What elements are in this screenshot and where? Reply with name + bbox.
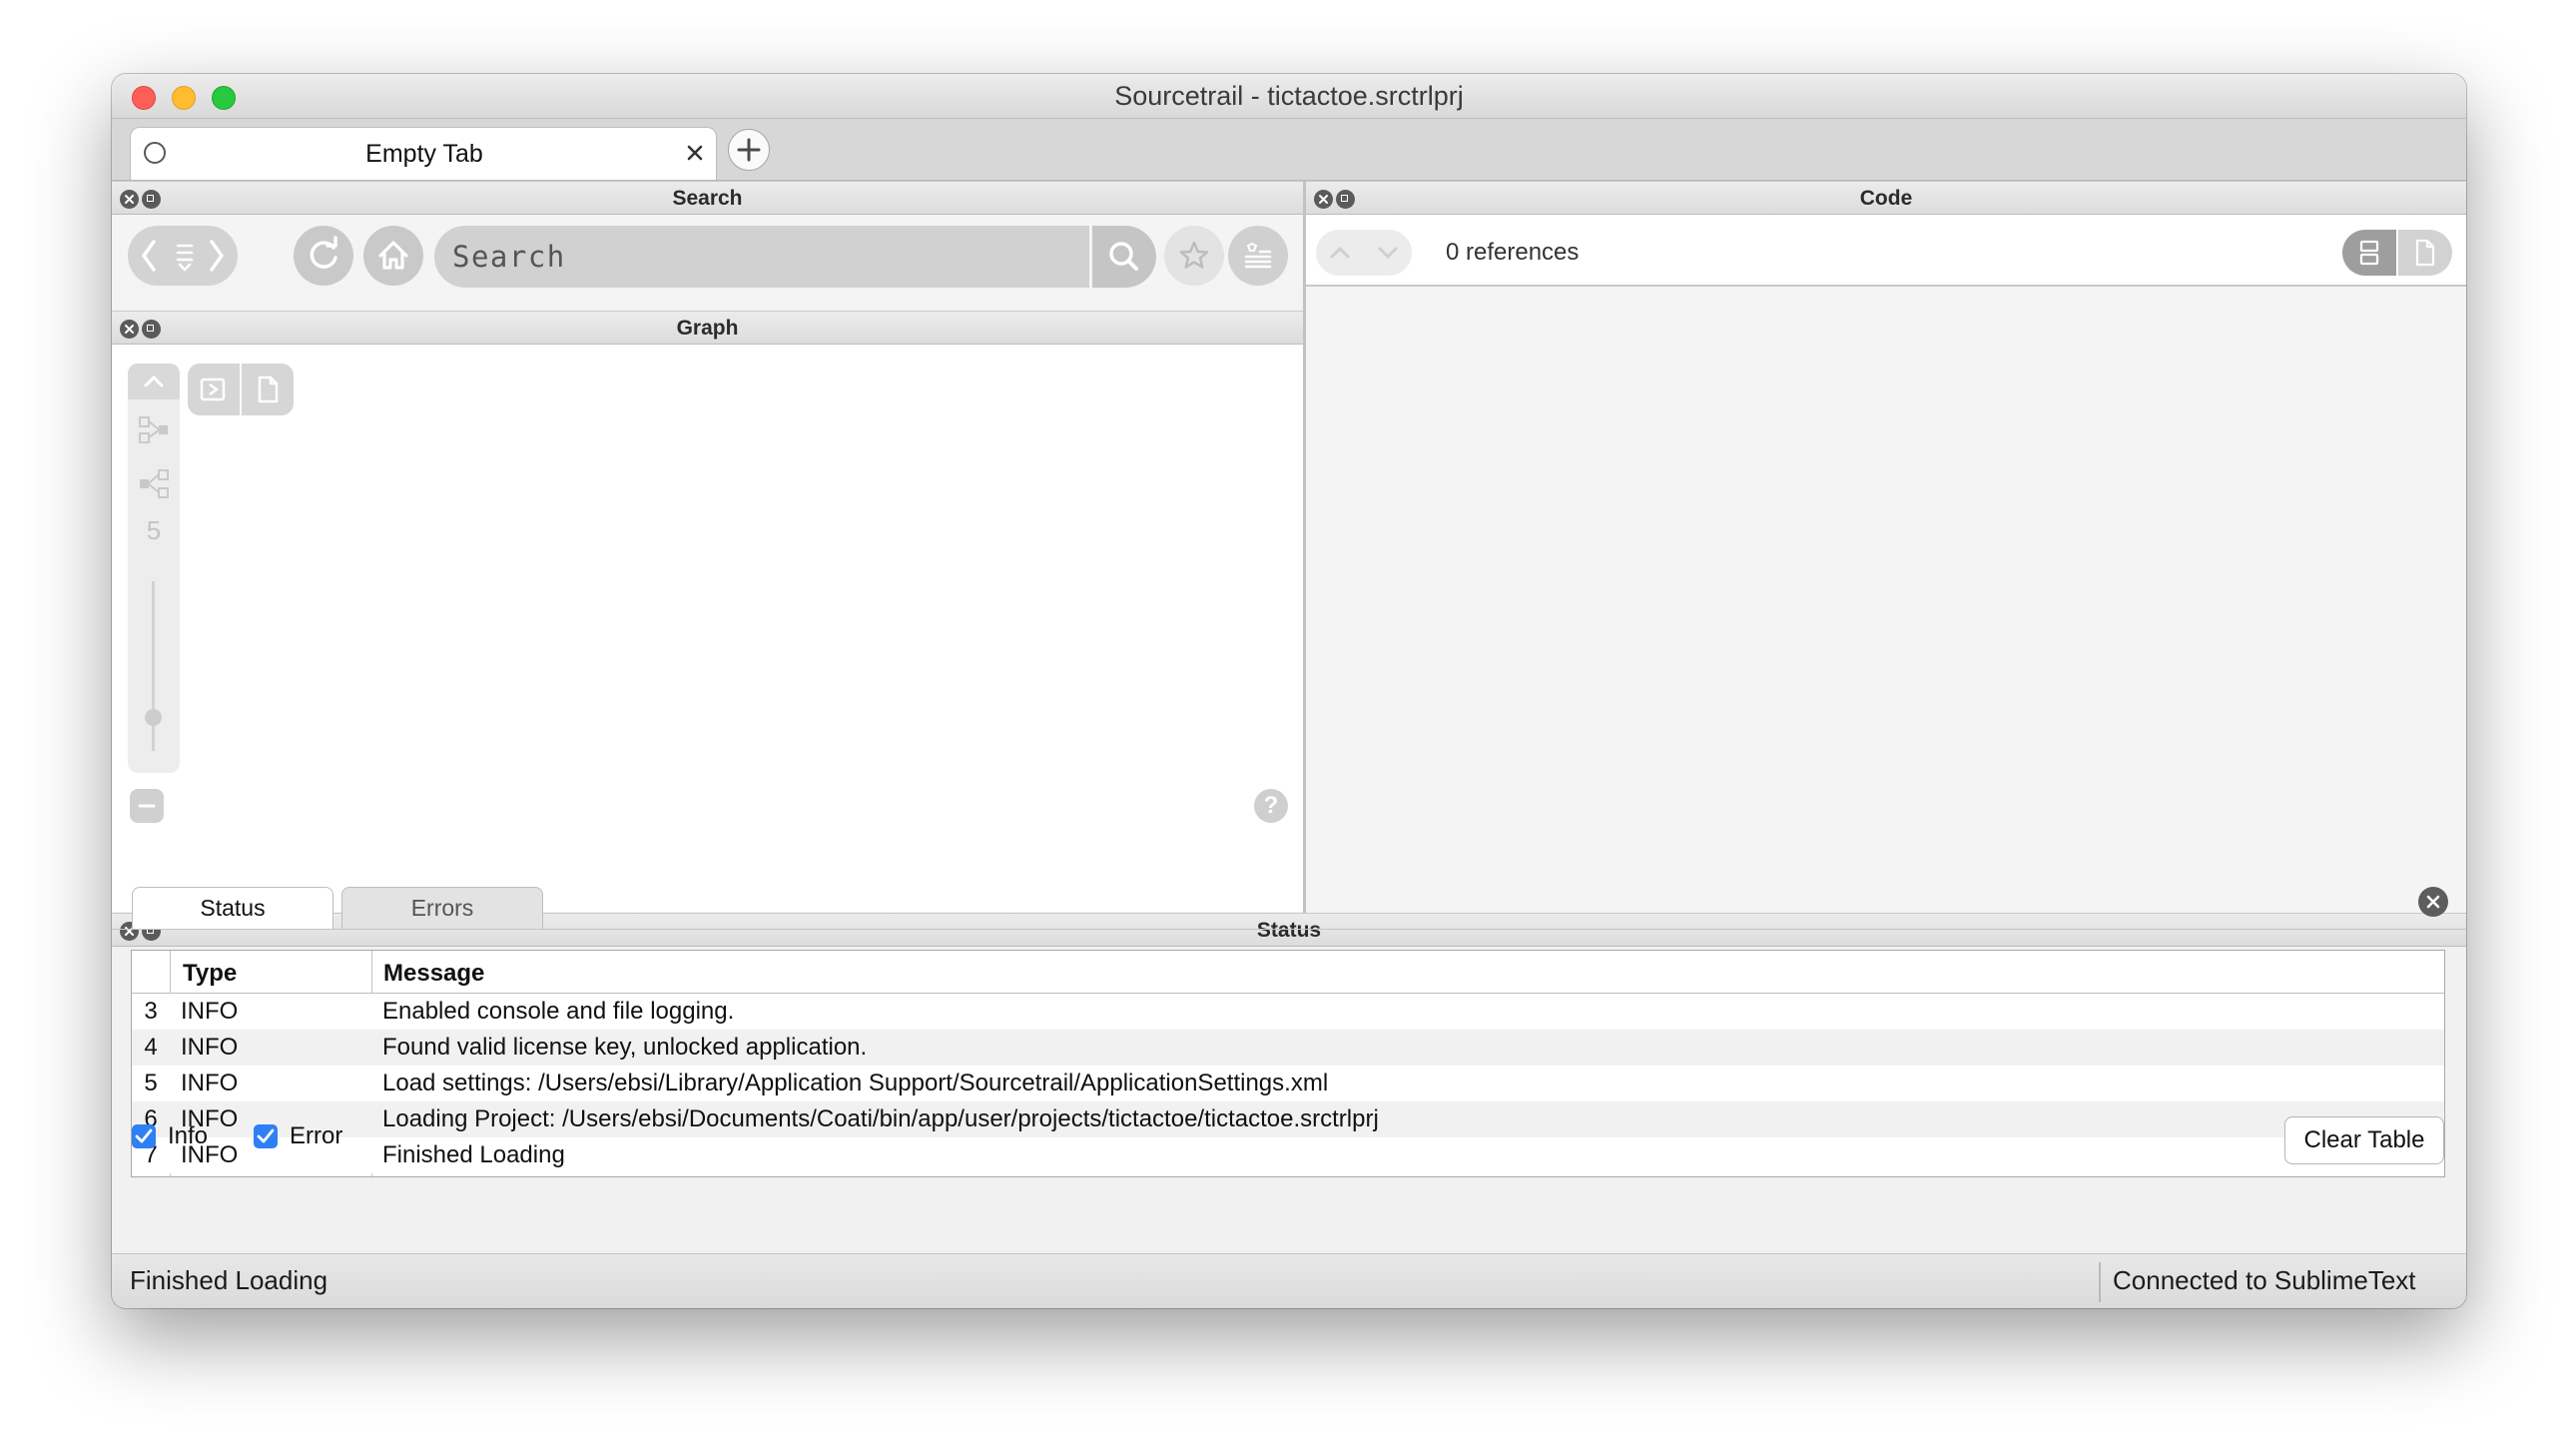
bookmark-list-icon — [1244, 242, 1272, 269]
error-checkbox[interactable] — [254, 1124, 278, 1148]
trail-icon — [139, 416, 168, 443]
search-input[interactable]: Search — [434, 226, 1089, 288]
table-row[interactable]: 6 INFO Loading Project: /Users/ebsi/Docume… — [132, 1101, 2444, 1137]
ide-connection-status: Connected to SublimeText — [2113, 1265, 2416, 1295]
tab-label: Empty Tab — [365, 140, 483, 168]
close-icon — [2426, 895, 2440, 909]
table-row[interactable]: 5 INFO Load settings: /Users/ebsi/Library/… — [132, 1066, 2444, 1101]
search-button[interactable] — [1092, 226, 1156, 288]
save-graph-button[interactable] — [242, 364, 294, 415]
file-mode-button[interactable] — [2398, 230, 2452, 276]
previous-reference-button[interactable] — [1316, 230, 1412, 276]
table-row[interactable]: 4 INFO Found valid license key, unlocked a… — [132, 1030, 2444, 1066]
export-graph-button[interactable] — [188, 364, 240, 415]
table-header: Type Message — [132, 951, 2444, 1176]
error-label: Error — [290, 1122, 343, 1149]
status-table: Type Message 3 INFO Enabled console and fi… — [131, 950, 2445, 1177]
code-panel-title: Code — [1859, 187, 1913, 210]
graph-panel-title: Graph — [676, 317, 739, 340]
app-window: Sourcetrail - tictactoe.srctrlprj Empty … — [112, 74, 2466, 1308]
search-icon — [1109, 242, 1138, 271]
clear-table-button[interactable]: Clear Table — [2284, 1116, 2444, 1164]
snippet-mode-button[interactable] — [2342, 230, 2396, 276]
cell-type: INFO — [181, 1034, 239, 1061]
status-message: Finished Loading — [130, 1265, 328, 1295]
snippet-list-icon — [2359, 240, 2379, 266]
home-button[interactable] — [363, 226, 423, 286]
cell-num: 5 — [144, 1070, 158, 1096]
cell-num: 4 — [144, 1034, 158, 1061]
title-bar: Sourcetrail - tictactoe.srctrlprj — [112, 74, 2466, 119]
new-tab-button[interactable] — [728, 129, 770, 171]
forward-button[interactable] — [224, 226, 225, 227]
home-icon — [378, 241, 408, 270]
references-count: 0 references — [1446, 239, 1580, 266]
cell-num: 3 — [144, 998, 158, 1025]
error-filter[interactable]: Error — [254, 1122, 363, 1152]
search-panel-header: Search — [112, 181, 1303, 215]
hierarchy-button[interactable] — [128, 459, 180, 509]
refresh-icon — [310, 236, 337, 269]
status-bar: Finished Loading Connected to SublimeTex… — [112, 1253, 2466, 1308]
depth-label: 5 — [146, 515, 162, 545]
chevron-up-icon — [144, 374, 164, 387]
refresh-button[interactable] — [294, 226, 353, 286]
cell-type: INFO — [181, 1070, 239, 1096]
document-icon — [2415, 239, 2435, 267]
cell-message: Load settings: /Users/ebsi/Library/Appli… — [382, 1070, 1329, 1096]
star-icon — [1179, 241, 1209, 269]
document-icon — [258, 375, 279, 403]
tab-errors[interactable]: Errors — [341, 887, 543, 929]
chevron-left-icon — [142, 240, 224, 272]
column-type[interactable]: Type — [183, 960, 237, 988]
cell-message: Found valid license key, unlocked applic… — [382, 1034, 868, 1061]
cell-message: Enabled console and file logging. — [382, 998, 735, 1025]
cell-message: Finished Loading — [382, 1141, 565, 1168]
cell-message: Loading Project: /Users/ebsi/Documents/C… — [382, 1105, 1379, 1132]
custom-trail-button[interactable] — [128, 405, 180, 455]
next-reference-button[interactable] — [1364, 230, 1365, 231]
table-row[interactable]: 7 INFO Finished Loading — [132, 1137, 2444, 1173]
help-button[interactable]: ? — [1254, 789, 1288, 823]
depth-slider-handle[interactable] — [145, 709, 162, 726]
code-view[interactable] — [1306, 287, 2466, 912]
tab-empty[interactable]: Empty Tab — [130, 127, 717, 181]
graph-canvas[interactable] — [112, 345, 1303, 912]
tab-status[interactable]: Status — [132, 887, 333, 929]
window-title: Sourcetrail - tictactoe.srctrlprj — [1114, 81, 1464, 111]
graph-panel-header: Graph — [112, 311, 1303, 345]
table-row[interactable]: 3 INFO Enabled console and file logging. — [132, 994, 2444, 1030]
info-checkbox[interactable] — [132, 1124, 156, 1148]
minus-icon — [138, 804, 156, 808]
close-status-button[interactable] — [2418, 887, 2448, 917]
tab-close-icon[interactable] — [681, 139, 709, 167]
checkmark-icon — [257, 1128, 275, 1143]
search-panel-title: Search — [672, 187, 743, 210]
checkmark-icon — [135, 1128, 153, 1143]
info-filter[interactable]: Info — [132, 1122, 222, 1152]
status-divider — [2099, 1262, 2101, 1302]
hierarchy-icon — [140, 469, 169, 498]
back-button[interactable] — [128, 226, 238, 286]
info-label: Info — [168, 1122, 209, 1149]
plus-icon — [737, 138, 761, 162]
code-panel-header: Code — [1306, 181, 2466, 215]
bookmark-manager-button[interactable] — [1228, 226, 1288, 286]
zoom-out-button[interactable] — [130, 789, 164, 823]
bookmark-button[interactable] — [1164, 226, 1224, 286]
cell-type: INFO — [181, 998, 239, 1025]
column-message[interactable]: Message — [383, 960, 484, 988]
chevron-up-icon — [1330, 246, 1398, 260]
export-icon — [200, 377, 226, 401]
collapse-graph-button[interactable] — [128, 364, 180, 399]
